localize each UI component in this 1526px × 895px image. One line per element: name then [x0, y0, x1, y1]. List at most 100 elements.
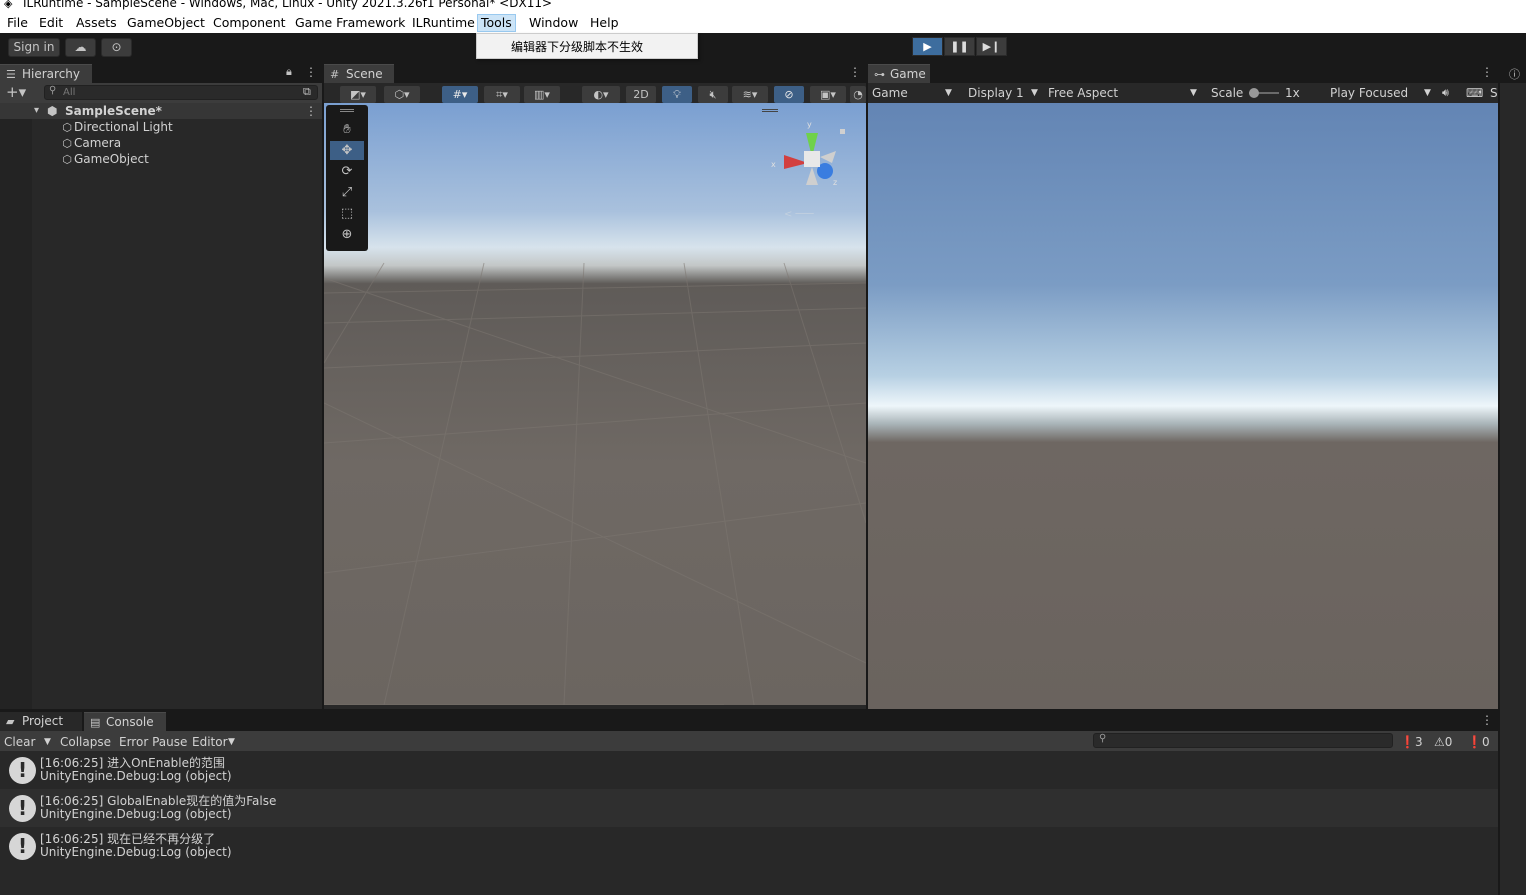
menu-edit[interactable]: Edit	[36, 14, 66, 32]
rotate-tool-button[interactable]: ⟳	[330, 162, 364, 181]
menu-game-framework[interactable]: Game Framework	[292, 14, 408, 32]
collapse-button[interactable]: Collapse	[60, 734, 111, 750]
mute-audio-icon[interactable]: 🔊︎	[1442, 85, 1449, 101]
chevron-down-icon[interactable]: ▼	[1190, 85, 1197, 101]
menu-assets[interactable]: Assets	[73, 14, 120, 32]
shading-mode-button[interactable]: ◐▾	[582, 86, 620, 103]
info-icon[interactable]: ⓘ	[1509, 66, 1520, 82]
log-count-toggle[interactable]: ❗3	[1400, 734, 1423, 750]
tools-menu-item[interactable]: 编辑器下分级脚本不生效	[511, 38, 643, 55]
hierarchy-search-placeholder: All	[63, 87, 76, 98]
scene-panel: # Scene ⋮ ◩▾ ⬡▾ #▾ ⌗▾ ▥▾ ◐▾ 2D 💡︎ 🔇︎ ≋▾ …	[324, 63, 866, 709]
grid-snap-button[interactable]: #▾	[442, 86, 478, 103]
console-log-row[interactable]: ! [16:06:25] 进入OnEnable的范围 UnityEngine.D…	[0, 751, 1498, 789]
console-log-row[interactable]: ! [16:06:25] 现在已经不再分级了 UnityEngine.Debug…	[0, 827, 1498, 865]
menu-component[interactable]: Component	[210, 14, 289, 32]
hierarchy-item-directional-light[interactable]: ⬡ Directional Light	[60, 119, 172, 135]
scene-menu-icon[interactable]: ⋮	[305, 103, 317, 119]
console-log-row[interactable]: ! [16:06:25] GlobalEnable现在的值为False Unit…	[0, 789, 1498, 827]
rect-tool-button[interactable]: ⬚	[330, 204, 364, 223]
scale-slider[interactable]	[1249, 88, 1279, 98]
orientation-gizmo[interactable]: y x z < ───	[768, 113, 858, 223]
stats-icon[interactable]: ⌨	[1466, 85, 1483, 101]
transform-icon: ⊕	[341, 227, 353, 242]
orientation-drag-handle-icon[interactable]	[762, 109, 778, 112]
tab-game[interactable]: ⊶ Game	[868, 64, 930, 83]
2d-toggle-button[interactable]: 2D	[626, 86, 656, 103]
gizmos-button[interactable]: ◔	[850, 86, 866, 103]
menu-file[interactable]: File	[4, 14, 31, 32]
warning-count-toggle[interactable]: ⚠0	[1434, 734, 1452, 750]
axis-x-label: x	[771, 160, 776, 169]
grid-visibility-button[interactable]: ▥▾	[524, 86, 560, 103]
chevron-down-icon[interactable]: ▼	[44, 734, 51, 750]
clear-button[interactable]: Clear	[4, 734, 35, 750]
collab-icon: ⊙	[111, 40, 122, 54]
game-mode-select[interactable]: Game	[872, 85, 908, 101]
speaker-icon: 🔇︎	[709, 88, 717, 101]
hierarchy-search-input[interactable]: ⚲ All	[44, 85, 318, 100]
scene-row[interactable]: ▾ ⬢ SampleScene* ⋮	[0, 103, 322, 119]
collab-button[interactable]: ⊙	[101, 38, 132, 57]
play-button[interactable]: ▶	[912, 37, 943, 56]
expand-icon[interactable]: ▾	[34, 103, 39, 119]
console-search-input[interactable]: ⚲	[1093, 733, 1393, 748]
menu-tools[interactable]: Tools	[477, 14, 516, 32]
scene-menu-icon[interactable]: ⋮	[849, 65, 861, 79]
console-menu-icon[interactable]: ⋮	[1481, 713, 1493, 727]
tab-scene[interactable]: # Scene	[324, 64, 394, 83]
pause-button[interactable]: ❚❚	[944, 37, 975, 56]
move-tool-button[interactable]: ✥	[330, 141, 364, 160]
error-pause-button[interactable]: Error Pause	[119, 734, 187, 750]
effects-button[interactable]: ≋▾	[732, 86, 768, 103]
lighting-toggle-button[interactable]: 💡︎	[662, 86, 692, 103]
chevron-down-icon[interactable]: ▼	[945, 85, 952, 101]
game-viewport[interactable]	[868, 103, 1498, 709]
add-icon[interactable]: +▾	[6, 83, 26, 101]
tab-console-label: Console	[106, 715, 154, 729]
chevron-down-icon[interactable]: ▼	[228, 734, 235, 750]
axis-y-label: y	[807, 120, 812, 129]
search-filter-icon[interactable]: ⧉	[303, 85, 311, 99]
draw-mode-button[interactable]: ◩▾	[340, 86, 376, 103]
tab-console[interactable]: ▤ Console	[84, 712, 166, 731]
menu-window[interactable]: Window	[526, 14, 581, 32]
scale-slider-thumb[interactable]	[1249, 88, 1259, 98]
scene-viewport[interactable]: ✋︎ ✥ ⟳ ⤢ ⬚ ⊕ y x z < ───	[324, 103, 866, 705]
rotate-icon: ⟳	[341, 164, 353, 179]
scale-tool-button[interactable]: ⤢	[330, 183, 364, 202]
hierarchy-item-camera[interactable]: ⬡ Camera	[60, 135, 121, 151]
scale-icon: ⤢	[341, 185, 353, 200]
tab-hierarchy[interactable]: ☰ Hierarchy	[0, 64, 92, 83]
error-count-toggle[interactable]: ❗0	[1467, 734, 1490, 750]
drag-handle-icon[interactable]	[340, 109, 354, 112]
snap-increment-button[interactable]: ⌗▾	[484, 86, 520, 103]
aspect-select[interactable]: Free Aspect	[1048, 85, 1118, 101]
menu-help[interactable]: Help	[587, 14, 622, 32]
hand-tool-button[interactable]: ✋︎	[330, 120, 364, 139]
menu-gameobject[interactable]: GameObject	[124, 14, 208, 32]
chevron-down-icon[interactable]: ▼	[1424, 85, 1431, 101]
gizmos-truncated-label[interactable]: S	[1490, 85, 1498, 101]
camera-settings-button[interactable]: ▣▾	[810, 86, 846, 103]
transform-tool-button[interactable]: ⊕	[330, 225, 364, 244]
hierarchy-menu-icon[interactable]: ⋮	[305, 65, 317, 79]
inspector-tabbar: ⓘ	[1500, 63, 1526, 83]
game-panel: ⊶ Game ⋮ Game ▼ Display 1 ▼ Free Aspect …	[868, 63, 1498, 709]
hidden-objects-button[interactable]: ⊘	[774, 86, 804, 103]
rect-icon: ⬚	[340, 206, 354, 221]
game-menu-icon[interactable]: ⋮	[1481, 65, 1493, 79]
sign-in-button[interactable]: Sign in	[8, 38, 60, 57]
object-mode-button[interactable]: ⬡▾	[384, 86, 420, 103]
cloud-button[interactable]: ☁	[65, 38, 96, 57]
chevron-down-icon[interactable]: ▼	[1031, 85, 1038, 101]
hierarchy-item-gameobject[interactable]: ⬡ GameObject	[60, 151, 149, 167]
play-mode-select[interactable]: Play Focused	[1330, 85, 1408, 101]
tab-project[interactable]: ▰ Project	[0, 712, 82, 731]
editor-select[interactable]: Editor	[192, 734, 228, 750]
menu-ilruntime[interactable]: ILRuntime	[409, 14, 478, 32]
step-button[interactable]: ▶❙	[976, 37, 1007, 56]
audio-toggle-button[interactable]: 🔇︎	[698, 86, 728, 103]
lock-icon[interactable]: 🔒︎	[286, 65, 292, 79]
display-select[interactable]: Display 1	[968, 85, 1024, 101]
